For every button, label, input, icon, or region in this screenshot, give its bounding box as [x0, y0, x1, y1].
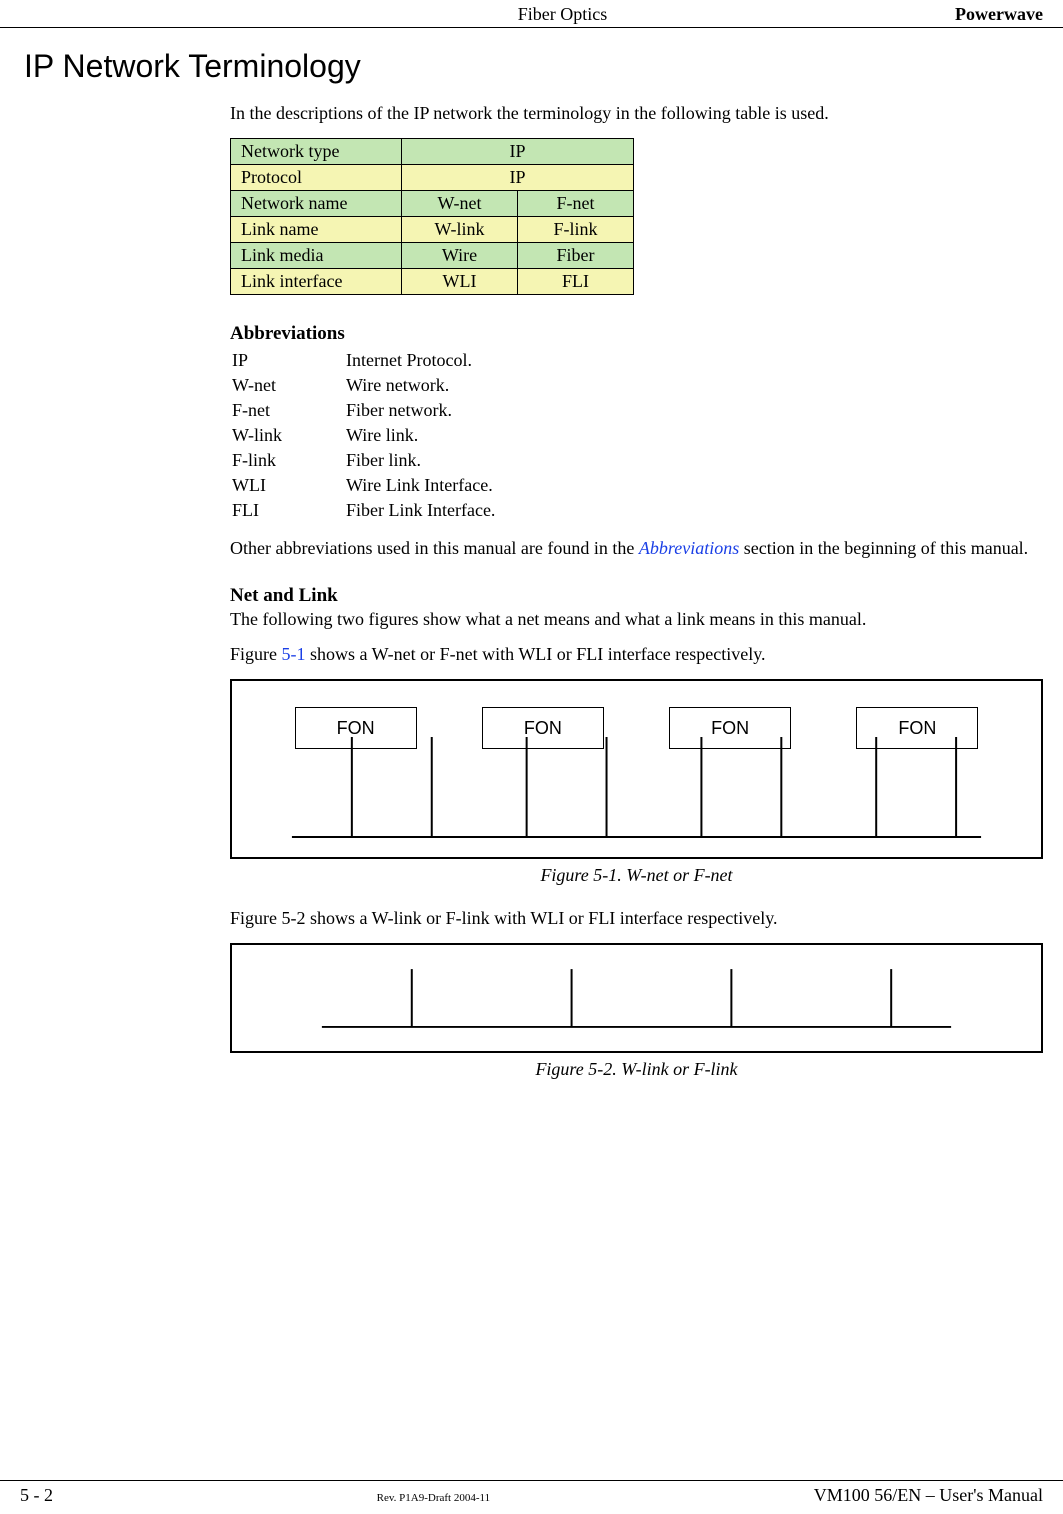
cell-label: Link interface — [231, 269, 402, 295]
footer-manual-id: VM100 56/EN – User's Manual — [814, 1485, 1043, 1506]
abbr-row: F-netFiber network. — [232, 399, 507, 422]
abbr-def: Internet Protocol. — [346, 349, 507, 372]
header-center: Fiber Optics — [170, 4, 955, 25]
table-row: Link media Wire Fiber — [231, 243, 634, 269]
text: shows a W-net or F-net with WLI or FLI i… — [306, 644, 766, 664]
figure-5-1-caption: Figure 5-1. W-net or F-net — [230, 865, 1043, 886]
cell-value: FLI — [518, 269, 634, 295]
terminology-table: Network type IP Protocol IP Network name… — [230, 138, 634, 295]
abbr-def: Fiber Link Interface. — [346, 499, 507, 522]
abbr-note: Other abbreviations used in this manual … — [230, 538, 1043, 559]
table-row: Protocol IP — [231, 165, 634, 191]
text: section in the beginning of this manual. — [739, 538, 1028, 558]
netlink-heading: Net and Link — [230, 585, 1043, 607]
abbr-term: W-link — [232, 424, 344, 447]
cell-label: Link media — [231, 243, 402, 269]
abbreviations-heading: Abbreviations — [230, 323, 1043, 345]
abbr-link[interactable]: Abbreviations — [639, 538, 739, 558]
intro-paragraph: In the descriptions of the IP network th… — [230, 103, 1043, 124]
figure-ref-link[interactable]: 5-1 — [282, 644, 306, 664]
cell-value: IP — [402, 139, 634, 165]
content-area: In the descriptions of the IP network th… — [230, 103, 1043, 1080]
abbr-def: Fiber link. — [346, 449, 507, 472]
abbreviations-table: IPInternet Protocol. W-netWire network. … — [230, 347, 509, 524]
abbr-row: W-linkWire link. — [232, 424, 507, 447]
page-header: Fiber Optics Powerwave — [0, 0, 1063, 28]
table-row: Link name W-link F-link — [231, 217, 634, 243]
table-row: Network name W-net F-net — [231, 191, 634, 217]
cell-value: F-link — [518, 217, 634, 243]
table-row: Link interface WLI FLI — [231, 269, 634, 295]
cell-value: IP — [402, 165, 634, 191]
header-brand: Powerwave — [955, 4, 1043, 25]
footer-page-number: 5 - 2 — [20, 1485, 53, 1506]
abbr-def: Fiber network. — [346, 399, 507, 422]
abbr-term: W-net — [232, 374, 344, 397]
abbr-row: F-linkFiber link. — [232, 449, 507, 472]
text: Other abbreviations used in this manual … — [230, 538, 639, 558]
header-left-spacer — [20, 4, 170, 25]
table-row: Network type IP — [231, 139, 634, 165]
netlink-para1: The following two figures show what a ne… — [230, 609, 1043, 630]
abbr-term: WLI — [232, 474, 344, 497]
abbr-term: F-link — [232, 449, 344, 472]
cell-value: WLI — [402, 269, 518, 295]
cell-label: Network name — [231, 191, 402, 217]
abbr-row: IPInternet Protocol. — [232, 349, 507, 372]
abbr-def: Wire Link Interface. — [346, 474, 507, 497]
abbr-row: FLIFiber Link Interface. — [232, 499, 507, 522]
bus-diagram — [232, 737, 1041, 847]
cell-value: F-net — [518, 191, 634, 217]
page-footer: 5 - 2 Rev. P1A9-Draft 2004-11 VM100 56/E… — [0, 1480, 1063, 1506]
abbr-term: IP — [232, 349, 344, 372]
cell-label: Protocol — [231, 165, 402, 191]
text: Figure — [230, 644, 282, 664]
page-title: IP Network Terminology — [24, 48, 1063, 85]
figure-5-2-caption: Figure 5-2. W-link or F-link — [230, 1059, 1043, 1080]
abbr-row: W-netWire network. — [232, 374, 507, 397]
cell-label: Network type — [231, 139, 402, 165]
footer-revision: Rev. P1A9-Draft 2004-11 — [53, 1492, 814, 1504]
cell-label: Link name — [231, 217, 402, 243]
cell-value: Fiber — [518, 243, 634, 269]
figure-5-1: FON FON FON FON — [230, 679, 1043, 859]
netlink-para2: Figure 5-1 shows a W-net or F-net with W… — [230, 644, 1043, 665]
figure-5-2 — [230, 943, 1043, 1053]
abbr-term: FLI — [232, 499, 344, 522]
cell-value: Wire — [402, 243, 518, 269]
abbr-def: Wire network. — [346, 374, 507, 397]
abbr-def: Wire link. — [346, 424, 507, 447]
netlink-para3: Figure 5-2 shows a W-link or F-link with… — [230, 908, 1043, 929]
cell-value: W-net — [402, 191, 518, 217]
abbr-row: WLIWire Link Interface. — [232, 474, 507, 497]
abbr-term: F-net — [232, 399, 344, 422]
cell-value: W-link — [402, 217, 518, 243]
link-diagram — [232, 945, 1041, 1051]
